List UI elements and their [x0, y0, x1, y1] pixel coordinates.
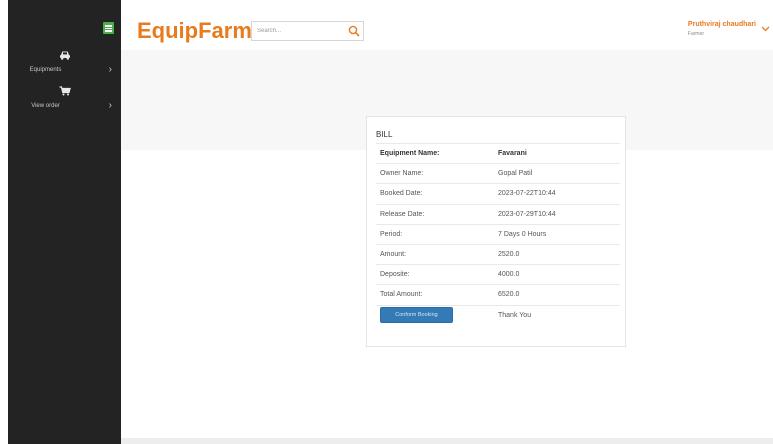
- bill-title: BILL: [376, 130, 393, 139]
- chevron-right-icon: ›: [108, 64, 112, 75]
- sidebar: Equipments › View order ›: [8, 0, 121, 444]
- row-label: Deposite:: [376, 264, 498, 285]
- row-value: Favarani: [498, 142, 620, 164]
- row-value: 2023-07-29T10:44: [498, 203, 620, 225]
- row-label: Total Amount:: [376, 284, 498, 305]
- table-row: Conform Booking Thank You: [376, 304, 620, 326]
- table-row: Amount: 2520.0: [376, 243, 620, 265]
- table-row: Owner Name: Gopal Patil: [376, 163, 620, 184]
- row-label: Amount:: [376, 243, 498, 265]
- sidebar-item-view-order[interactable]: View order ›: [8, 86, 121, 118]
- row-label: Period:: [376, 223, 498, 245]
- row-label: Equipment Name:: [376, 142, 498, 164]
- table-row: Equipment Name: Favarani: [376, 142, 620, 164]
- thank-you-text: Thank You: [498, 304, 620, 326]
- bill-table: Equipment Name: Favarani Owner Name: Gop…: [376, 142, 620, 326]
- row-label: Booked Date:: [376, 183, 498, 205]
- top-bar: EquipFarm Pruthviraj chaudhari Farmer: [121, 0, 773, 50]
- search-box: [251, 21, 364, 41]
- sidebar-item-equipments[interactable]: Equipments ›: [8, 50, 121, 82]
- sidebar-item-label: Equipments: [29, 67, 62, 73]
- row-value: 7 Days 0 Hours: [498, 223, 620, 245]
- row-value: Gopal Patil: [498, 163, 620, 184]
- user-menu[interactable]: Pruthviraj chaudhari Farmer: [687, 20, 770, 37]
- chevron-right-icon: ›: [108, 100, 112, 111]
- brand-logo[interactable]: EquipFarm: [137, 18, 252, 44]
- cart-icon: [59, 86, 71, 96]
- row-value: 4000.0: [498, 264, 620, 285]
- bottom-strip: [121, 438, 773, 444]
- table-row: Period: 7 Days 0 Hours: [376, 223, 620, 245]
- search-input[interactable]: [252, 22, 344, 40]
- sidebar-item-label: View order: [31, 103, 60, 109]
- row-value: 6520.0: [498, 284, 620, 305]
- row-label: Owner Name:: [376, 163, 498, 184]
- row-value: 2023-07-22T10:44: [498, 183, 620, 205]
- row-value: 2520.0: [498, 243, 620, 265]
- table-row: Deposite: 4000.0: [376, 264, 620, 285]
- menu-toggle-icon[interactable]: [103, 22, 114, 34]
- table-row: Booked Date: 2023-07-22T10:44: [376, 183, 620, 205]
- bill-card: BILL Equipment Name: Favarani Owner Name…: [366, 116, 626, 347]
- car-icon: [59, 51, 70, 60]
- user-name: Pruthviraj chaudhari: [687, 21, 756, 28]
- confirm-booking-button[interactable]: Conform Booking: [380, 307, 453, 324]
- user-role: Farmer: [687, 31, 705, 37]
- search-icon[interactable]: [348, 25, 360, 37]
- row-label: Release Date:: [376, 203, 498, 225]
- chevron-down-icon[interactable]: [761, 26, 770, 32]
- table-row: Release Date: 2023-07-29T10:44: [376, 203, 620, 225]
- table-row: Total Amount: 6520.0: [376, 284, 620, 305]
